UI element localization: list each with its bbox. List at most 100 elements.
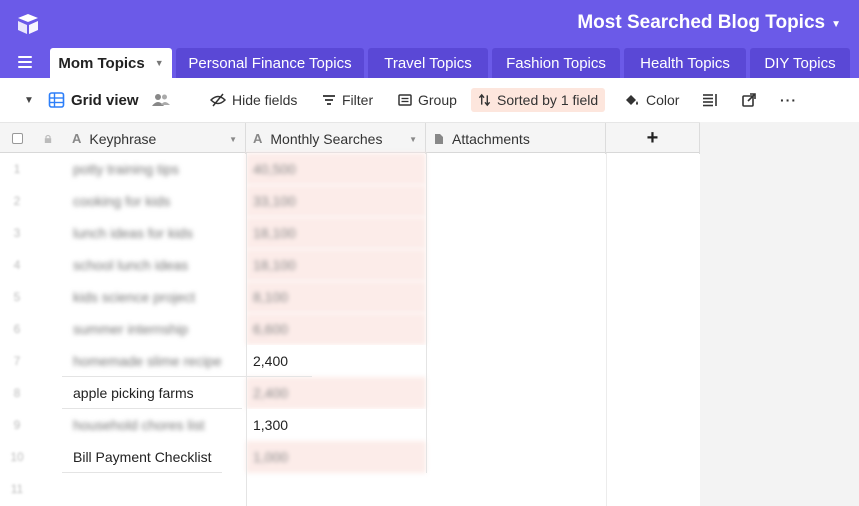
grid-icon [48,92,65,108]
row-number: 9 [13,418,21,432]
filter-button[interactable]: Filter [322,88,373,112]
base-title-text: Most Searched Blog Topics [577,12,826,33]
view-switcher[interactable]: Grid view [48,88,139,112]
filter-label: Filter [342,92,374,108]
row-number: 10 [10,450,24,464]
hide-fields-button[interactable]: Hide fields [210,88,297,112]
keyphrase-cell[interactable]: lunch ideas for kids [62,217,246,249]
row-height-icon [703,94,717,107]
tab-label: Health Topics [640,54,730,72]
chevron-down-icon: ▼ [831,19,841,30]
keyphrase-cell[interactable]: apple picking farms [62,377,246,409]
column-header-attachments[interactable]: Attachments [426,123,606,154]
monthly-searches-cell[interactable]: 6,600 [246,313,426,345]
table-row[interactable]: 9 household chores list 1,300 [0,409,606,441]
monthly-searches-cell[interactable]: 18,100 [246,217,426,249]
keyphrase-cell[interactable]: household chores list [62,409,246,441]
select-all-checkbox[interactable] [0,123,34,154]
keyphrase-cell[interactable]: summer internship [62,313,246,345]
color-label: Color [646,92,680,108]
tab-diy-topics[interactable]: DIY Topics [750,48,850,78]
row-divider [62,472,222,473]
tab-label: Fashion Topics [506,54,606,72]
collaborators-icon[interactable] [152,88,170,112]
row-divider [62,408,242,409]
column-header-keyphrase[interactable]: A Keyphrase ▼ [62,123,246,154]
row-height-button[interactable] [702,88,718,112]
monthly-searches-cell[interactable]: 33,100 [246,185,426,217]
row-number: 5 [13,290,21,304]
keyphrase-cell[interactable]: kids science project [62,281,246,313]
tab-personal-finance-topics[interactable]: Personal Finance Topics [176,48,364,78]
monthly-searches-cell[interactable]: 18,100 [246,249,426,281]
tab-mom-topics[interactable]: Mom Topics ▼ [50,48,172,78]
table-row[interactable]: 3 lunch ideas for kids 18,100 [0,217,606,249]
color-button[interactable]: Color [624,88,679,112]
column-divider [426,153,427,473]
table-row[interactable]: 7 homemade slime recipe 2,400 [0,345,606,377]
column-label: Monthly Searches [270,130,383,147]
tab-health-topics[interactable]: Health Topics [624,48,746,78]
keyphrase-cell[interactable]: school lunch ideas [62,249,246,281]
hamburger-menu-icon[interactable] [18,56,32,68]
monthly-searches-cell[interactable]: 1,000 [246,441,426,473]
add-field-button[interactable]: + [606,123,700,154]
tab-label: Travel Topics [384,54,472,72]
paint-bucket-icon [626,95,638,105]
text-field-icon: A [253,131,263,146]
add-row[interactable]: 11 [0,473,606,506]
keyphrase-cell[interactable]: cooking for kids [62,185,246,217]
table-row[interactable]: 8 apple picking farms 2,400 [0,377,606,409]
keyphrase-cell[interactable]: homemade slime recipe [62,345,246,377]
row-number: 4 [13,258,21,272]
row-number: 7 [13,354,21,368]
column-divider [606,153,607,506]
monthly-searches-cell[interactable]: 2,400 [246,377,426,409]
row-number: 3 [13,226,21,240]
grid-empty-area [700,122,859,506]
column-divider [246,153,247,506]
keyphrase-cell[interactable]: Bill Payment Checklist [62,441,246,473]
chevron-down-icon[interactable]: ▼ [155,58,164,68]
row-number: 11 [10,482,24,496]
row-number: 2 [13,194,21,208]
monthly-searches-cell[interactable]: 8,100 [246,281,426,313]
views-toggle-icon[interactable]: ▼ [24,88,34,112]
table-row[interactable]: 2 cooking for kids 33,100 [0,185,606,217]
people-icon [152,94,170,106]
row-number: 1 [13,162,21,176]
group-button[interactable]: Group [398,88,457,112]
tab-fashion-topics[interactable]: Fashion Topics [492,48,620,78]
hide-fields-label: Hide fields [232,92,298,108]
external-link-icon [742,93,756,107]
monthly-searches-cell[interactable]: 1,300 [246,409,426,441]
group-label: Group [418,92,457,108]
file-icon [435,133,443,144]
base-title[interactable]: Most Searched Blog Topics ▼ [577,12,841,34]
group-icon [398,94,412,106]
monthly-searches-cell[interactable]: 2,400 [246,345,426,377]
row-number: 6 [13,322,21,336]
keyphrase-cell[interactable]: potty training tips [62,153,246,185]
tab-label: Personal Finance Topics [188,54,352,72]
plus-icon: + [646,127,659,149]
table-row[interactable]: 6 summer internship 6,600 [0,313,606,345]
data-grid: A Keyphrase ▼ A Monthly Searches ▼ Attac… [0,122,859,506]
table-row[interactable]: 5 kids science project 8,100 [0,281,606,313]
table-row[interactable]: 1 potty training tips 40,500 [0,153,606,185]
table-row[interactable]: 10 Bill Payment Checklist 1,000 [0,441,606,473]
text-field-icon: A [72,131,82,146]
table-tabs: Mom Topics ▼ Personal Finance Topics Tra… [0,48,859,78]
sort-icon [478,93,491,107]
more-options-icon[interactable]: ··· [780,88,797,112]
tab-travel-topics[interactable]: Travel Topics [368,48,488,78]
sort-button[interactable]: Sorted by 1 field [471,88,606,112]
airtable-logo-icon[interactable] [16,13,40,35]
share-view-button[interactable] [742,88,756,112]
column-header-monthly-searches[interactable]: A Monthly Searches ▼ [246,123,426,154]
monthly-searches-cell[interactable]: 40,500 [246,153,426,185]
chevron-down-icon[interactable]: ▼ [409,135,417,144]
table-row[interactable]: 4 school lunch ideas 18,100 [0,249,606,281]
filter-icon [323,95,335,105]
chevron-down-icon[interactable]: ▼ [229,135,237,144]
